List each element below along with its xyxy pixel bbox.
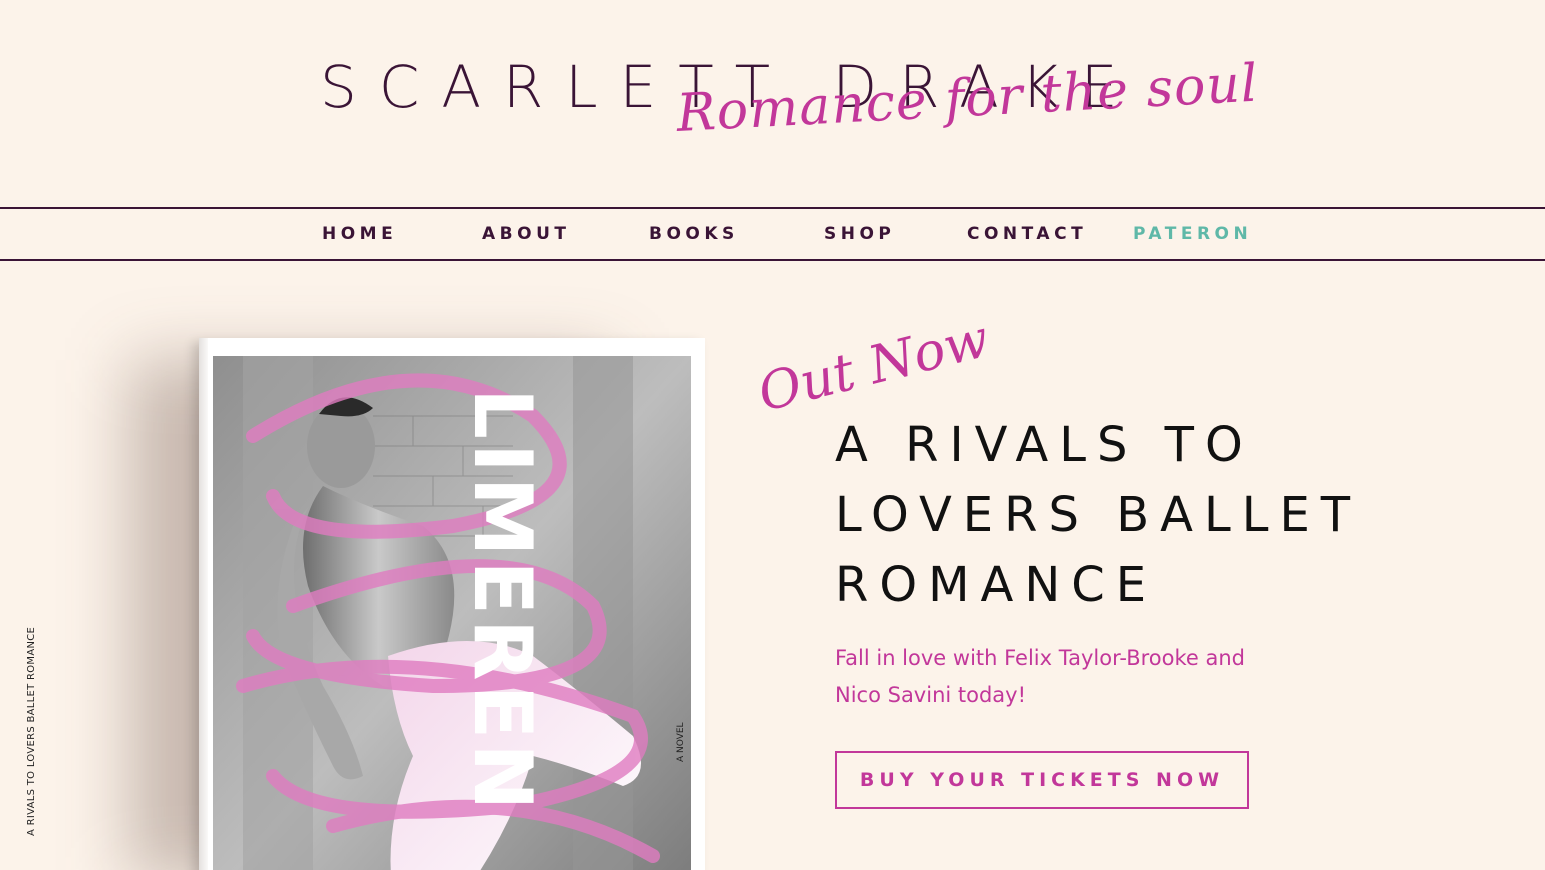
book-novel-label: A NOVEL [676, 722, 686, 762]
out-now-label: Out Now [752, 308, 995, 424]
nav-item-shop[interactable]: SHOP [824, 226, 895, 243]
hero-subtext: Fall in love with Felix Taylor-Brooke an… [835, 646, 1245, 707]
book-page-edge [199, 338, 208, 870]
hero-heading: A RIVALS TO LOVERS BALLET ROMANCE [835, 417, 1362, 613]
nav-item-pateron[interactable]: PATERON [1133, 226, 1252, 243]
book-cover[interactable] [199, 338, 705, 870]
site-header: SCARLETT DRAKE Romance for the soul [0, 0, 1545, 200]
book-title: LIMEREN [456, 388, 549, 815]
main-nav: HOME ABOUT BOOKS SHOP CONTACT PATERON [0, 207, 1545, 261]
nav-item-contact[interactable]: CONTACT [967, 226, 1087, 243]
nav-item-about[interactable]: ABOUT [482, 226, 570, 243]
book-subtitle: A RIVALS TO LOVERS BALLET ROMANCE [26, 626, 37, 836]
nav-item-home[interactable]: HOME [322, 226, 397, 243]
book-cover-photo [213, 356, 691, 870]
nav-item-books[interactable]: BOOKS [649, 226, 739, 243]
buy-tickets-button[interactable]: BUY YOUR TICKETS NOW [835, 751, 1249, 809]
